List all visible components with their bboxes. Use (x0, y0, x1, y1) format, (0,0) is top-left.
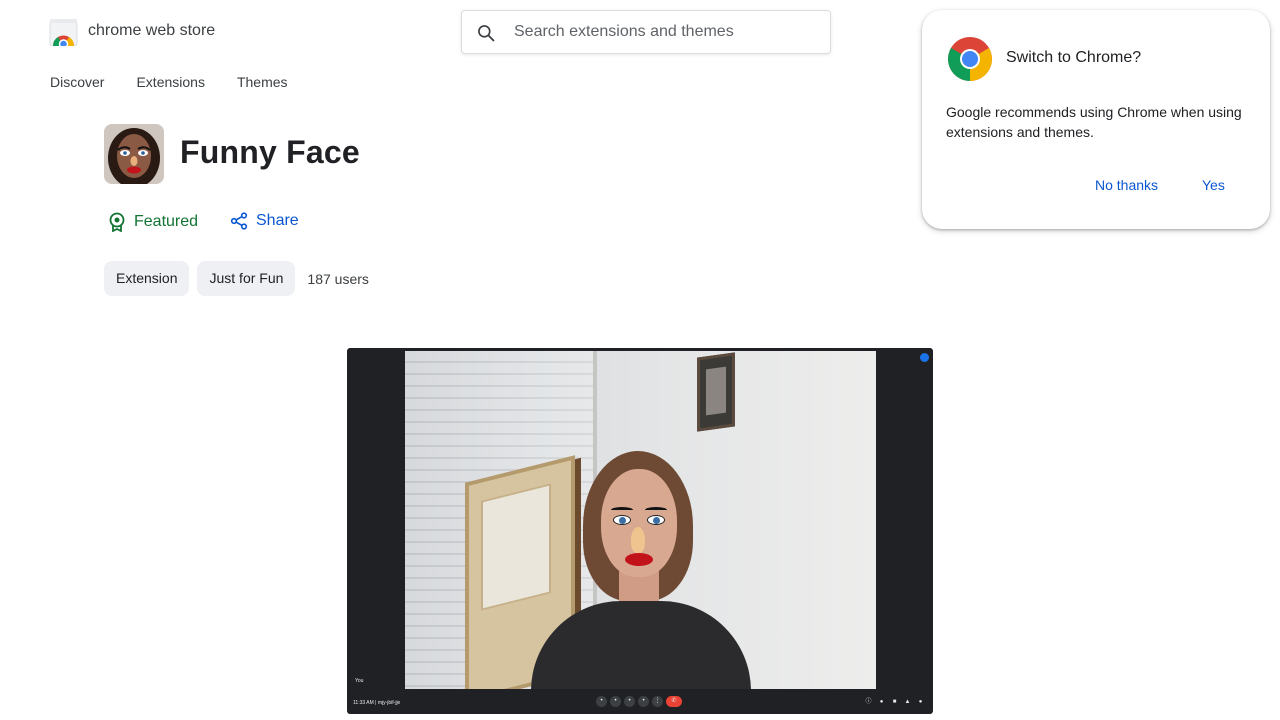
mic-icon: • (596, 696, 607, 707)
chip-category[interactable]: Just for Fun (197, 261, 296, 296)
dialog-body: Google recommends using Chrome when usin… (946, 104, 1242, 140)
chrome-logo-icon (948, 37, 992, 81)
participant-label: You (355, 678, 364, 684)
info-icon: ⓘ (865, 699, 872, 705)
call-controls: • • • • ⋮ ✆ (596, 696, 682, 707)
award-badge-icon (109, 212, 125, 232)
chrome-web-store-logo-icon[interactable] (49, 18, 78, 46)
nav-discover[interactable]: Discover (50, 73, 104, 91)
meeting-info: 11:33 AM | mjy-jbif-jje (353, 700, 401, 706)
share-button[interactable]: Share (230, 212, 299, 230)
chat-icon: ■ (892, 699, 897, 705)
chip-extension[interactable]: Extension (104, 261, 190, 296)
video-call-frame (405, 351, 876, 689)
nav-extensions[interactable]: Extensions (136, 73, 204, 91)
user-count: 187 users (307, 270, 369, 287)
featured-label: Featured (134, 213, 199, 230)
funny-eye-left (613, 515, 631, 525)
share-icon (230, 212, 248, 230)
funny-lips (625, 553, 653, 566)
captions-icon: • (624, 696, 635, 707)
featured-badge[interactable]: Featured (108, 212, 198, 232)
item-title: Funny Face (180, 134, 360, 170)
camera-icon: • (610, 696, 621, 707)
wall-picture-frame (697, 352, 735, 432)
no-thanks-button[interactable]: No thanks (1095, 177, 1158, 193)
lock-icon: ● (918, 699, 923, 705)
extension-logo-icon (104, 124, 164, 184)
switch-to-chrome-dialog: Switch to Chrome? Google recommends usin… (922, 10, 1270, 229)
yes-button[interactable]: Yes (1202, 177, 1225, 193)
funny-nose (631, 527, 645, 553)
present-icon: • (638, 696, 649, 707)
share-label: Share (256, 212, 299, 229)
end-call-icon: ✆ (666, 696, 682, 707)
funny-brow-right (645, 507, 667, 513)
screenshot-preview[interactable]: You 11:33 AM | mjy-jbif-jje • • • • ⋮ ✆ … (347, 348, 933, 714)
call-side-controls: ⓘ ● ■ ▲ ● (864, 698, 925, 707)
activities-icon: ▲ (904, 699, 911, 705)
more-icon: ⋮ (652, 696, 663, 707)
funny-eye-right (647, 515, 665, 525)
search-input[interactable] (514, 11, 814, 53)
people-icon: ● (879, 699, 884, 705)
search-icon (478, 25, 495, 42)
funny-brow-left (611, 507, 633, 513)
main-nav: Discover Extensions Themes (50, 73, 320, 91)
item-chips: Extension Just for Fun 187 users (104, 261, 369, 296)
dialog-title: Switch to Chrome? (1006, 49, 1142, 66)
search-box[interactable] (461, 10, 831, 54)
nav-themes[interactable]: Themes (237, 73, 288, 91)
brand-name[interactable]: chrome web store (88, 22, 215, 40)
camera-indicator-icon (920, 353, 929, 362)
